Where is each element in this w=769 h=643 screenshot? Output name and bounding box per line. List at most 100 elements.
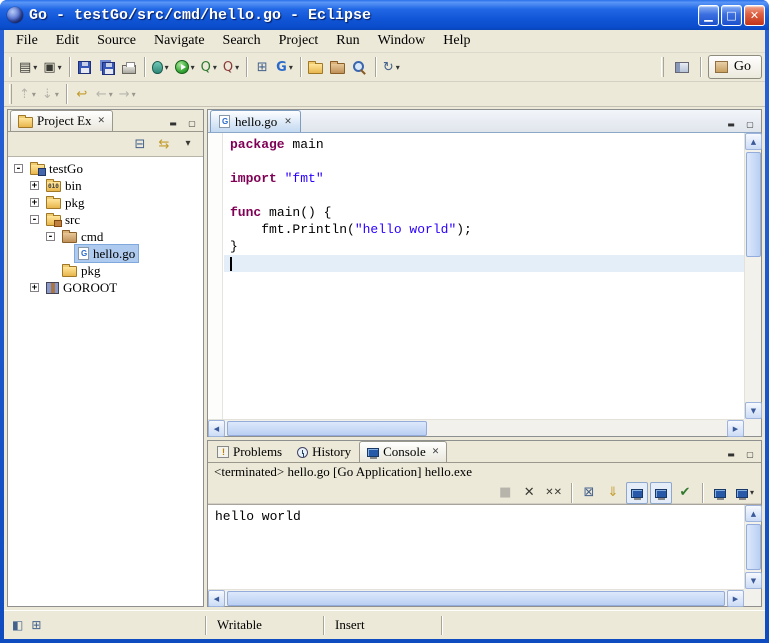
view-menu-button[interactable]: ▾ — [177, 133, 199, 155]
menu-project[interactable]: Project — [270, 31, 328, 51]
new-wizard-button[interactable]: ▤▾ — [16, 56, 40, 78]
tab-problems[interactable]: Problems — [210, 441, 289, 462]
tab-history[interactable]: History — [290, 441, 358, 462]
tree-item-goroot[interactable]: + GOROOT — [8, 279, 203, 296]
editor-vertical-scrollbar[interactable]: ▲ ▼ — [744, 133, 761, 419]
save-all-button[interactable] — [96, 56, 118, 78]
scrollbar-thumb[interactable] — [746, 152, 761, 257]
open-perspective-button[interactable] — [671, 56, 693, 78]
titlebar[interactable]: Go - testGo/src/cmd/hello.go - Eclipse ▁… — [0, 0, 769, 30]
console-panel: Problems History Console ✕ ▬ — [207, 440, 762, 607]
synchronize-button[interactable]: ↻▾ — [380, 56, 403, 78]
display-console-button[interactable] — [709, 482, 731, 504]
toolbar-drag-handle[interactable] — [9, 57, 12, 77]
menu-window[interactable]: Window — [369, 31, 435, 51]
toolbar-drag-handle[interactable] — [661, 57, 664, 77]
collapse-all-button[interactable]: ⊟ — [129, 133, 151, 155]
debug-button[interactable]: ▾ — [149, 56, 172, 78]
scroll-right-icon[interactable]: ▶ — [727, 420, 744, 437]
run-history-button[interactable]: Q▾ — [198, 56, 220, 78]
tree-item-hello-go[interactable]: hello.go — [8, 245, 203, 262]
close-icon[interactable]: ✕ — [96, 116, 106, 126]
tab-project-explorer[interactable]: Project Ex ✕ — [10, 110, 113, 131]
print-button[interactable] — [118, 56, 140, 78]
tree-item-pkg[interactable]: + pkg — [8, 194, 203, 211]
go-perspective-button[interactable]: Go — [708, 55, 762, 79]
tab-hello-go[interactable]: hello.go ✕ — [210, 110, 301, 132]
minimize-view-button[interactable]: ▬ — [723, 447, 739, 462]
maximize-editor-button[interactable]: ▢ — [742, 117, 758, 132]
maximize-view-button[interactable]: ▢ — [742, 447, 758, 462]
scroll-right-icon[interactable]: ▶ — [727, 590, 744, 607]
menu-run[interactable]: Run — [327, 31, 368, 51]
scroll-left-icon[interactable]: ◀ — [208, 420, 225, 437]
close-button[interactable]: ✕ — [744, 5, 765, 26]
tree-item-src-pkg[interactable]: pkg — [8, 262, 203, 279]
folder-button[interactable] — [327, 56, 349, 78]
minimize-button[interactable]: ▁ — [698, 5, 719, 26]
remove-all-terminated-button[interactable]: ✕✕ — [542, 482, 565, 504]
menu-help[interactable]: Help — [434, 31, 479, 51]
minimized-view-icon[interactable]: ⊞ — [31, 618, 41, 632]
expander-icon[interactable]: - — [30, 215, 39, 224]
menu-source[interactable]: Source — [88, 31, 145, 51]
new-go-element-button[interactable]: G▾ — [273, 56, 296, 78]
editor-horizontal-scrollbar[interactable]: ◀ ▶ — [208, 419, 744, 436]
last-edit-location-button[interactable]: ↩ — [71, 83, 93, 105]
toolbar-drag-handle[interactable] — [9, 84, 12, 104]
show-stderr-button[interactable] — [650, 482, 672, 504]
scroll-up-icon[interactable]: ▲ — [745, 505, 762, 522]
menu-navigate[interactable]: Navigate — [145, 31, 214, 51]
tree-item-cmd[interactable]: - cmd — [8, 228, 203, 245]
clear-console-button[interactable]: ⊠ — [578, 482, 600, 504]
pin-console-button[interactable]: ✔ — [674, 482, 696, 504]
close-icon[interactable]: ✕ — [430, 447, 440, 457]
link-with-editor-button[interactable]: ⇆ — [153, 133, 175, 155]
scroll-left-icon[interactable]: ◀ — [208, 590, 225, 607]
external-tools-button[interactable]: Q▾ — [220, 56, 242, 78]
maximize-button[interactable]: □ — [721, 5, 742, 26]
expander-icon[interactable]: + — [30, 181, 39, 190]
tree-item-testgo[interactable]: - testGo — [8, 160, 203, 177]
menu-edit[interactable]: Edit — [47, 31, 88, 51]
console-horizontal-scrollbar[interactable]: ◀ ▶ — [208, 589, 744, 606]
scroll-down-icon[interactable]: ▼ — [745, 402, 762, 419]
library-icon — [46, 282, 59, 294]
menu-search[interactable]: Search — [214, 31, 270, 51]
expander-icon[interactable]: + — [30, 198, 39, 207]
expander-icon[interactable]: - — [14, 164, 23, 173]
scroll-lock-button[interactable]: ⇓ — [602, 482, 624, 504]
run-button[interactable]: ▾ — [172, 56, 198, 78]
show-stdout-button[interactable] — [626, 482, 648, 504]
search-button[interactable] — [349, 56, 371, 78]
minimize-editor-button[interactable]: ▬ — [723, 117, 739, 132]
new-element-button[interactable]: ▣▾ — [40, 56, 64, 78]
save-button[interactable] — [74, 56, 96, 78]
new-go-package-button[interactable]: ⊞ — [251, 56, 273, 78]
console-vertical-scrollbar[interactable]: ▲ ▼ — [744, 505, 761, 589]
console-output[interactable]: hello world ▲ ▼ ◀ ▶ — [208, 504, 761, 606]
annotation-ruler[interactable] — [208, 133, 223, 419]
open-folder-button[interactable] — [305, 56, 327, 78]
maximize-view-button[interactable]: ▢ — [184, 116, 200, 131]
scrollbar-thumb[interactable] — [227, 421, 427, 436]
scrollbar-thumb[interactable] — [227, 591, 725, 606]
minimize-view-button[interactable]: ▬ — [165, 116, 181, 131]
close-icon[interactable]: ✕ — [282, 117, 292, 127]
open-console-button[interactable]: ▾ — [733, 482, 757, 504]
tree-item-src[interactable]: - src — [8, 211, 203, 228]
code-area[interactable]: package main import "fmt" func main() { … — [224, 133, 744, 419]
scroll-up-icon[interactable]: ▲ — [745, 133, 762, 150]
expander-icon[interactable]: - — [46, 232, 55, 241]
remove-launch-button[interactable]: ✕ — [518, 482, 540, 504]
menubar: File Edit Source Navigate Search Project… — [4, 30, 765, 53]
toolbar-separator — [300, 57, 301, 77]
expander-icon[interactable]: + — [30, 283, 39, 292]
menu-file[interactable]: File — [7, 31, 47, 51]
tab-console[interactable]: Console ✕ — [359, 441, 447, 462]
tree-item-bin[interactable]: + bin — [8, 177, 203, 194]
scroll-down-icon[interactable]: ▼ — [745, 572, 762, 589]
fast-view-icon[interactable]: ◧ — [12, 618, 23, 632]
chevron-down-icon: ▾ — [132, 90, 136, 99]
scrollbar-thumb[interactable] — [746, 524, 761, 570]
